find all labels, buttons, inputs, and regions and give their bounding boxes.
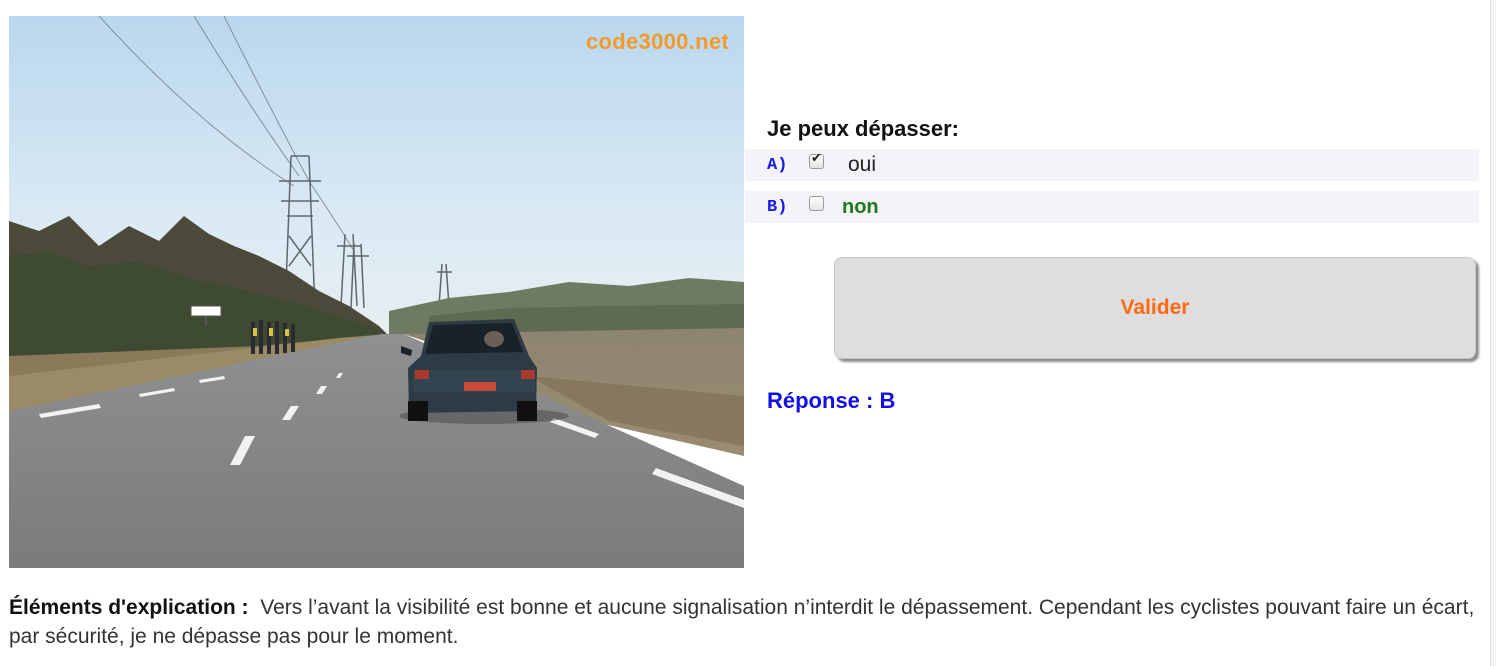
answer-text: Réponse : B	[767, 388, 896, 413]
explanation-block: Éléments d'explication : Vers l’avant la…	[9, 593, 1479, 651]
explanation-label: Éléments d'explication :	[9, 596, 249, 619]
option-label: oui	[848, 153, 877, 176]
road-scene-image	[9, 16, 744, 568]
answer-option-a[interactable]: A) ✔ oui	[745, 149, 1479, 181]
check-icon: ✔	[811, 151, 822, 166]
question-photo: code3000.net	[9, 16, 744, 568]
option-letter: B)	[767, 198, 788, 217]
option-label: non	[842, 196, 879, 218]
watermark-logo: code3000.net	[585, 29, 729, 54]
scrollbar[interactable]	[1490, 0, 1496, 666]
validate-button[interactable]: Valider	[834, 257, 1476, 359]
answer-option-b[interactable]: B) non	[745, 191, 1479, 223]
question-title: Je peux dépasser:	[767, 116, 959, 141]
page: code3000.net Je peux dépasser: A) ✔ oui …	[0, 0, 1496, 666]
option-letter: A)	[767, 156, 788, 175]
validate-button-label: Valider	[1120, 296, 1190, 319]
option-a-checkbox[interactable]: ✔	[809, 151, 824, 169]
option-b-checkbox[interactable]	[809, 196, 824, 211]
